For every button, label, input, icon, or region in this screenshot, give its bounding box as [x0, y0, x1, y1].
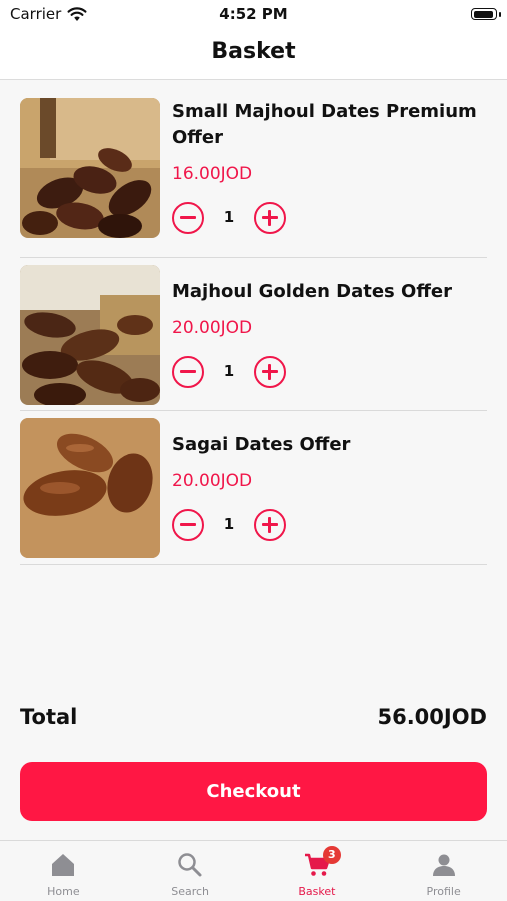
- product-price: 20.00JOD: [172, 318, 253, 338]
- basket-list: Small Majhoul Dates Premium Offer 16.00J…: [20, 80, 487, 565]
- basket-item: Sagai Dates Offer 20.00JOD 1: [20, 411, 487, 565]
- profile-icon: [432, 854, 455, 876]
- quantity-value: 1: [223, 515, 235, 533]
- checkout-button[interactable]: Checkout: [20, 762, 487, 821]
- decrease-quantity-button[interactable]: [172, 356, 204, 388]
- tab-profile[interactable]: Profile: [380, 841, 507, 901]
- total-value: 56.00JOD: [377, 705, 487, 729]
- quantity-stepper: 1: [172, 356, 290, 392]
- quantity-stepper: 1: [172, 202, 290, 238]
- home-icon: [52, 854, 75, 876]
- clock: 4:52 PM: [219, 5, 288, 23]
- tab-search[interactable]: Search: [127, 841, 254, 901]
- tab-label: Basket: [298, 885, 336, 898]
- total-label: Total: [20, 705, 78, 729]
- increase-quantity-button[interactable]: [254, 356, 286, 388]
- search-icon: [178, 853, 202, 877]
- decrease-quantity-button[interactable]: [172, 509, 204, 541]
- product-price: 16.00JOD: [172, 164, 253, 184]
- product-image[interactable]: [20, 418, 160, 558]
- decrease-quantity-button[interactable]: [172, 202, 204, 234]
- page-title: Basket: [211, 39, 296, 64]
- tab-label: Search: [171, 885, 210, 898]
- product-name: Majhoul Golden Dates Offer: [172, 281, 452, 302]
- quantity-value: 1: [223, 362, 235, 380]
- product-name: Small Majhoul Dates Premium Offer: [172, 101, 477, 148]
- product-name: Sagai Dates Offer: [172, 434, 351, 455]
- basket-item: Small Majhoul Dates Premium Offer 16.00J…: [20, 80, 487, 258]
- quantity-value: 1: [223, 208, 235, 226]
- battery-icon: [471, 8, 501, 20]
- product-image[interactable]: [20, 265, 160, 405]
- tab-label: Profile: [426, 885, 461, 898]
- product-price: 20.00JOD: [172, 471, 253, 491]
- basket-item: Majhoul Golden Dates Offer 20.00JOD 1: [20, 258, 487, 411]
- nav-header: Basket: [0, 30, 507, 80]
- total-row: Total 56.00JOD: [20, 705, 487, 735]
- tab-home[interactable]: Home: [0, 841, 127, 901]
- status-bar: Carrier 4:52 PM: [0, 0, 507, 30]
- quantity-stepper: 1: [172, 509, 290, 545]
- tab-bar: Home Search 3 Basket Profile: [0, 840, 507, 901]
- product-image[interactable]: [20, 98, 160, 238]
- cart-count-badge: 3: [322, 846, 341, 864]
- increase-quantity-button[interactable]: [254, 202, 286, 234]
- tab-label: Home: [47, 885, 80, 898]
- increase-quantity-button[interactable]: [254, 509, 286, 541]
- tab-basket[interactable]: 3 Basket: [254, 841, 381, 901]
